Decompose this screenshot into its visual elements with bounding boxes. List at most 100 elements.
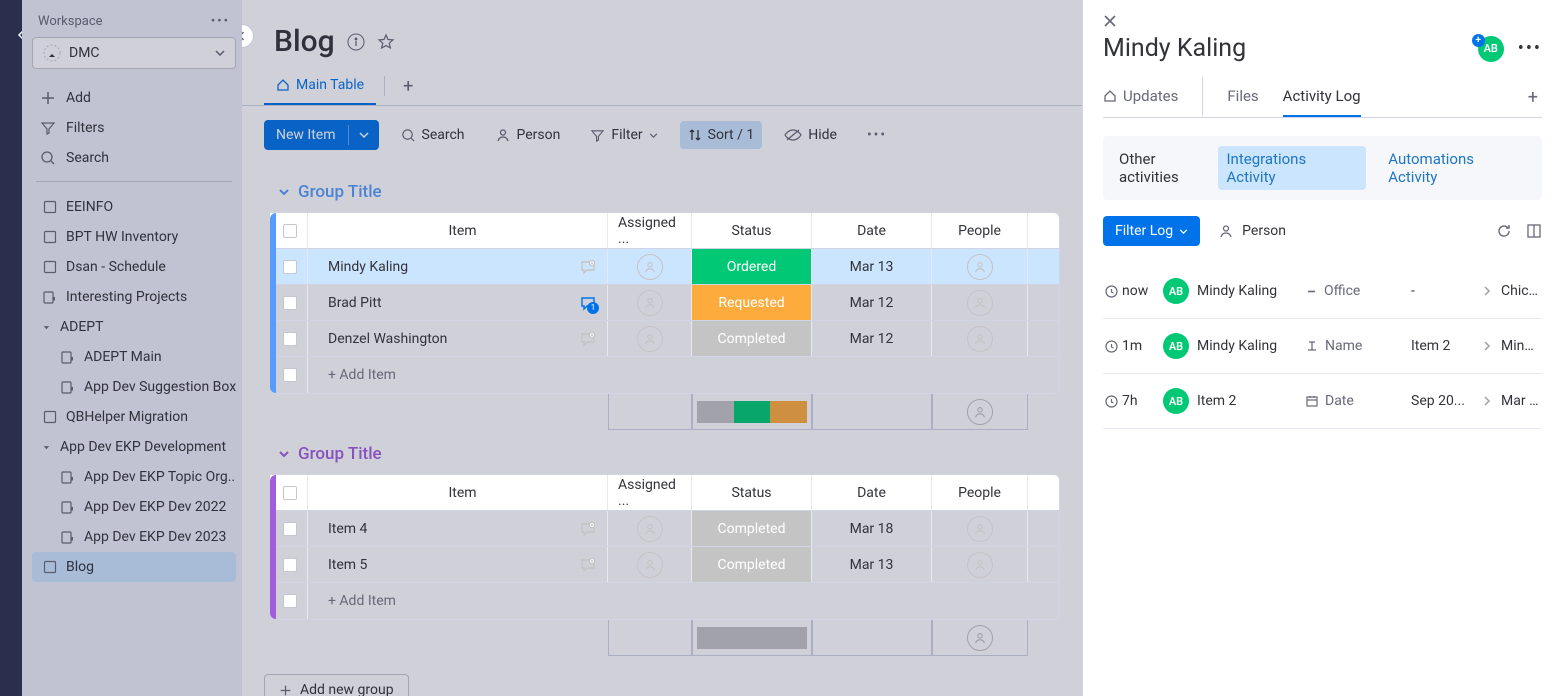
col-date[interactable]: Date [812,213,932,248]
people-cell[interactable] [932,249,1028,284]
tab-add[interactable]: + [393,68,423,105]
chat-badge-icon[interactable]: 1 [579,294,597,312]
table-row[interactable]: Brad Pitt1 Requested Mar 12 [270,285,1059,321]
assigned-cell[interactable] [608,249,692,284]
toolbar-search[interactable]: Search [393,121,473,149]
avatar-placeholder[interactable] [967,290,993,316]
row-checkbox[interactable] [270,285,308,320]
assigned-cell[interactable] [608,511,692,546]
toolbar-sort[interactable]: Sort / 1 [680,121,763,149]
avatar-placeholder[interactable] [637,552,663,578]
status-cell[interactable]: Requested [692,285,812,320]
row-checkbox[interactable] [270,321,308,356]
item-name-cell[interactable]: Item 5 [308,547,608,582]
board-item-selected[interactable]: Blog [32,552,236,582]
board-item[interactable]: BPT HW Inventory [32,222,236,252]
row-checkbox[interactable] [270,357,308,393]
board-item[interactable]: App Dev EKP Topic Org... [32,462,236,492]
date-cell[interactable]: Mar 13 [812,547,932,582]
board-item[interactable]: QBHelper Migration [32,402,236,432]
integrations-link[interactable]: Integrations Activity [1218,146,1366,190]
date-cell[interactable]: Mar 13 [812,249,932,284]
row-checkbox[interactable] [270,249,308,284]
board-item[interactable]: ADEPT Main [32,342,236,372]
toolbar-filter[interactable]: Filter [582,121,665,149]
automations-link[interactable]: Automations Activity [1380,146,1534,190]
col-item[interactable]: Item [308,475,608,510]
chat-icon[interactable] [579,556,597,574]
header-checkbox[interactable] [270,213,308,248]
panel-avatar[interactable]: +AB [1478,36,1504,62]
avatar-placeholder[interactable] [967,399,993,425]
sidebar-menu-icon[interactable]: ••• [211,14,230,29]
status-cell[interactable]: Completed [692,321,812,356]
avatar-placeholder[interactable] [637,254,663,280]
sidebar-search[interactable]: Search [32,143,236,173]
refresh-icon[interactable] [1496,223,1512,239]
assigned-cell[interactable] [608,321,692,356]
sidebar-add[interactable]: Add [32,83,236,113]
group-header[interactable]: Group Title [264,176,1060,212]
workspace-select[interactable]: DMC [32,37,236,69]
date-cell[interactable]: Mar 12 [812,285,932,320]
table-row[interactable]: Item 5 Completed Mar 13 [270,547,1059,583]
col-item[interactable]: Item [308,213,608,248]
avatar-placeholder[interactable] [967,326,993,352]
board-item[interactable]: App Dev EKP Dev 2023 [32,522,236,552]
avatar-placeholder[interactable] [967,552,993,578]
board-item[interactable]: App Dev EKP Dev 2022 [32,492,236,522]
new-item-dropdown[interactable] [348,125,379,145]
row-checkbox[interactable] [270,547,308,582]
row-checkbox[interactable] [270,511,308,546]
row-checkbox[interactable] [270,583,308,619]
board-item[interactable]: Interesting Projects [32,282,236,312]
folder-item[interactable]: ADEPT [32,312,236,342]
export-icon[interactable] [1526,223,1542,239]
add-item-row[interactable]: + Add Item [270,357,1059,393]
status-cell[interactable]: Completed [692,547,812,582]
date-cell[interactable]: Mar 18 [812,511,932,546]
avatar-placeholder[interactable] [637,516,663,542]
table-row[interactable]: Denzel Washington Completed Mar 12 [270,321,1059,357]
tab-main-table[interactable]: Main Table [264,67,376,105]
board-item[interactable]: App Dev Suggestion Box [32,372,236,402]
status-cell[interactable]: Ordered [692,249,812,284]
panel-more-icon[interactable]: ••• [1518,38,1542,59]
col-status[interactable]: Status [692,213,812,248]
add-item-row[interactable]: + Add Item [270,583,1059,619]
board-item[interactable]: Dsan - Schedule [32,252,236,282]
filter-log-button[interactable]: Filter Log [1103,216,1200,246]
panel-tab-updates[interactable]: Updates [1103,77,1178,117]
date-cell[interactable]: Mar 12 [812,321,932,356]
person-filter[interactable]: Person [1218,223,1286,239]
avatar-placeholder[interactable] [637,290,663,316]
table-row[interactable]: Mindy Kaling Ordered Mar 13 [270,249,1059,285]
col-people[interactable]: People [932,213,1028,248]
col-date[interactable]: Date [812,475,932,510]
header-checkbox[interactable] [270,475,308,510]
panel-close-button[interactable] [1103,14,1542,28]
status-cell[interactable]: Completed [692,511,812,546]
toolbar-more[interactable]: ••• [859,121,895,149]
info-icon[interactable] [347,33,365,51]
panel-tab-add[interactable]: + [1524,87,1542,108]
star-icon[interactable] [377,33,395,51]
col-status[interactable]: Status [692,475,812,510]
people-cell[interactable] [932,511,1028,546]
board-item[interactable]: EEINFO [32,192,236,222]
people-cell[interactable] [932,547,1028,582]
people-cell[interactable] [932,285,1028,320]
chat-icon[interactable] [579,520,597,538]
item-name-cell[interactable]: Brad Pitt1 [308,285,608,320]
item-name-cell[interactable]: Mindy Kaling [308,249,608,284]
sidebar-filters[interactable]: Filters [32,113,236,143]
assigned-cell[interactable] [608,285,692,320]
panel-tab-activity[interactable]: Activity Log [1283,77,1361,117]
avatar-placeholder[interactable] [637,326,663,352]
folder-item[interactable]: App Dev EKP Development [32,432,236,462]
avatar-placeholder[interactable] [967,625,993,651]
avatar-placeholder[interactable] [967,254,993,280]
toolbar-hide[interactable]: Hide [776,121,845,149]
col-assigned[interactable]: Assigned ... [608,475,692,510]
group-header[interactable]: Group Title [264,438,1060,474]
